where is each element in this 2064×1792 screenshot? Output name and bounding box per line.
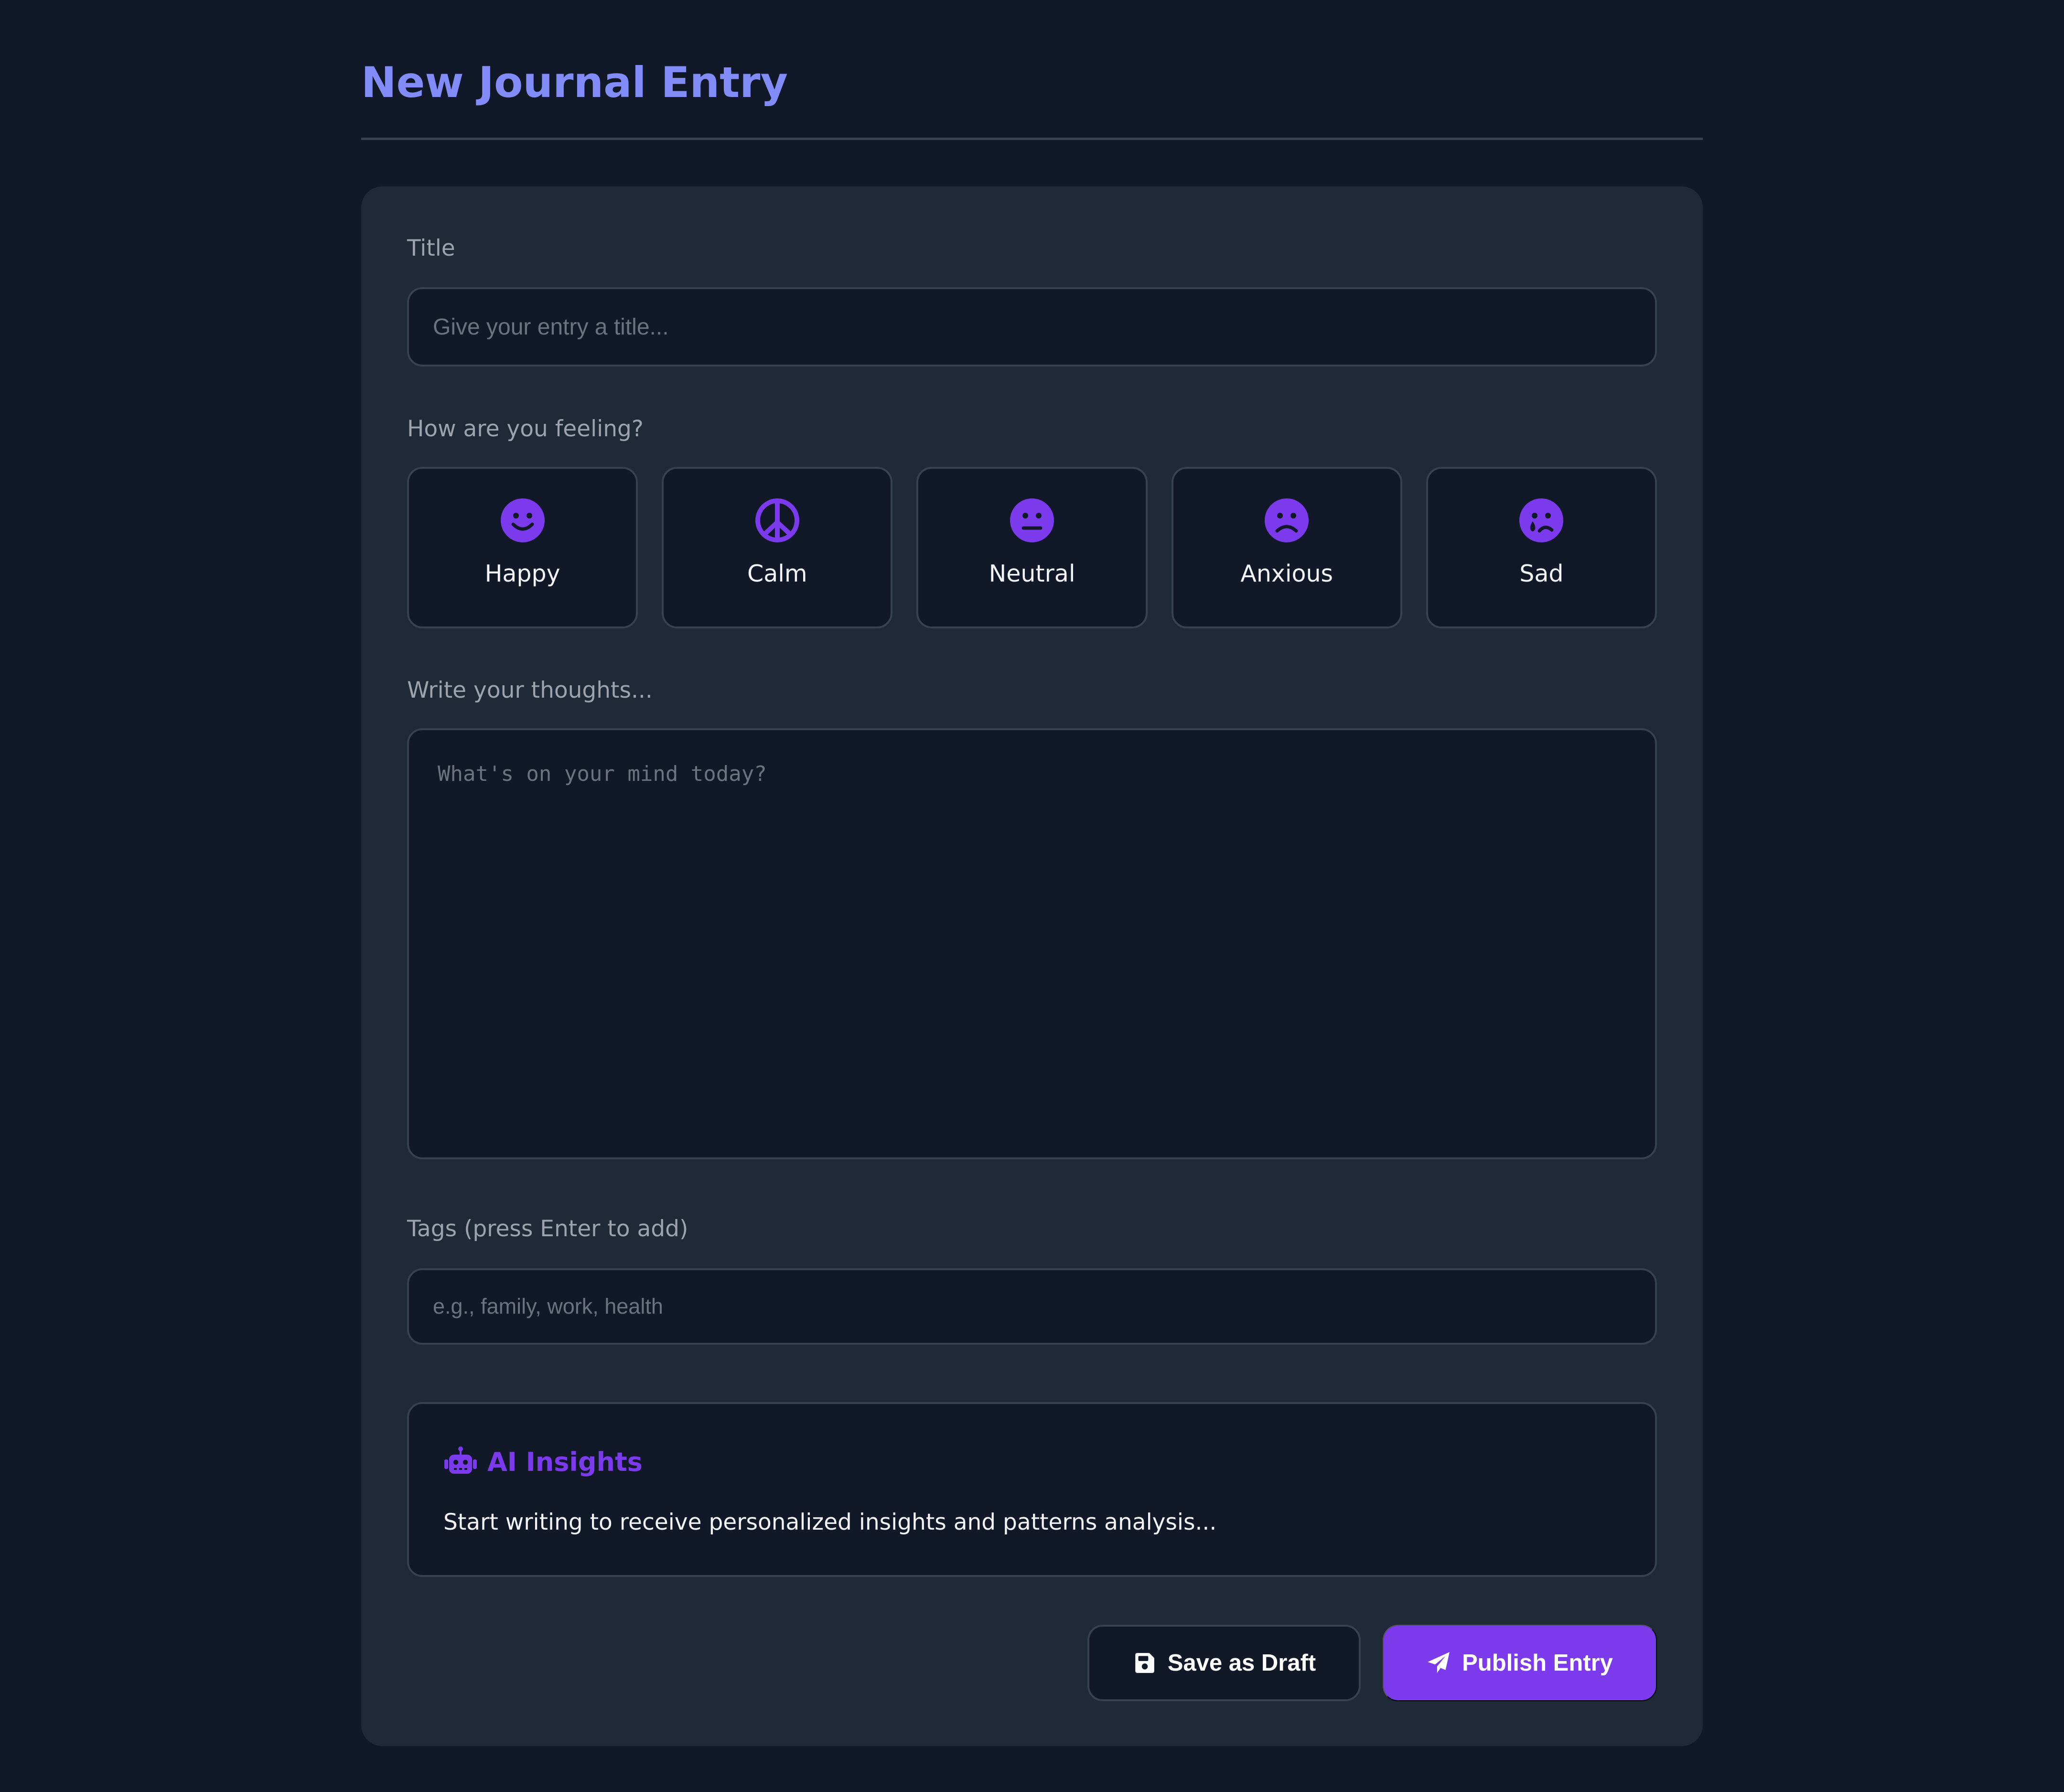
publish-entry-label: Publish Entry <box>1462 1650 1613 1676</box>
title-input[interactable] <box>407 287 1657 367</box>
ai-insights-header: AI Insights <box>443 1443 643 1481</box>
thoughts-label: Write your thoughts... <box>407 677 653 703</box>
mood-option-anxious[interactable]: Anxious <box>1171 467 1402 628</box>
ai-insights-title: AI Insights <box>487 1447 643 1477</box>
mood-label: How are you feeling? <box>407 416 644 442</box>
ai-insights-text: Start writing to receive personalized in… <box>443 1509 1217 1535</box>
robot-icon <box>444 1447 477 1474</box>
mood-label-calm: Calm <box>747 560 807 587</box>
meh-icon <box>1010 498 1054 542</box>
mood-label-neutral: Neutral <box>989 560 1075 587</box>
tags-input[interactable] <box>407 1268 1657 1345</box>
mood-selector: Happy Calm Neutral Anxious Sad <box>407 467 1657 628</box>
title-divider <box>361 138 1703 140</box>
mood-option-calm[interactable]: Calm <box>662 467 893 628</box>
publish-entry-button[interactable]: Publish Entry <box>1383 1625 1657 1701</box>
smile-icon <box>500 498 545 542</box>
thoughts-textarea[interactable] <box>407 728 1657 1159</box>
mood-option-sad[interactable]: Sad <box>1426 467 1657 628</box>
peace-icon <box>755 498 799 542</box>
sad-tear-icon <box>1519 498 1564 542</box>
mood-option-happy[interactable]: Happy <box>407 467 638 628</box>
mood-option-neutral[interactable]: Neutral <box>916 467 1148 628</box>
mood-label-happy: Happy <box>484 560 560 587</box>
frown-icon <box>1265 498 1309 542</box>
save-draft-button[interactable]: Save as Draft <box>1087 1625 1361 1701</box>
save-icon <box>1135 1653 1154 1673</box>
mood-label-anxious: Anxious <box>1240 560 1333 587</box>
paper-plane-icon <box>1428 1652 1450 1673</box>
title-label: Title <box>407 235 455 261</box>
tags-label: Tags (press Enter to add) <box>407 1216 688 1242</box>
mood-label-sad: Sad <box>1519 560 1564 587</box>
ai-insights-panel: AI Insights Start writing to receive per… <box>407 1402 1657 1577</box>
save-draft-label: Save as Draft <box>1167 1650 1316 1676</box>
page-title: New Journal Entry <box>361 58 788 107</box>
entry-form-card: Title How are you feeling? Happy <box>361 186 1703 1746</box>
